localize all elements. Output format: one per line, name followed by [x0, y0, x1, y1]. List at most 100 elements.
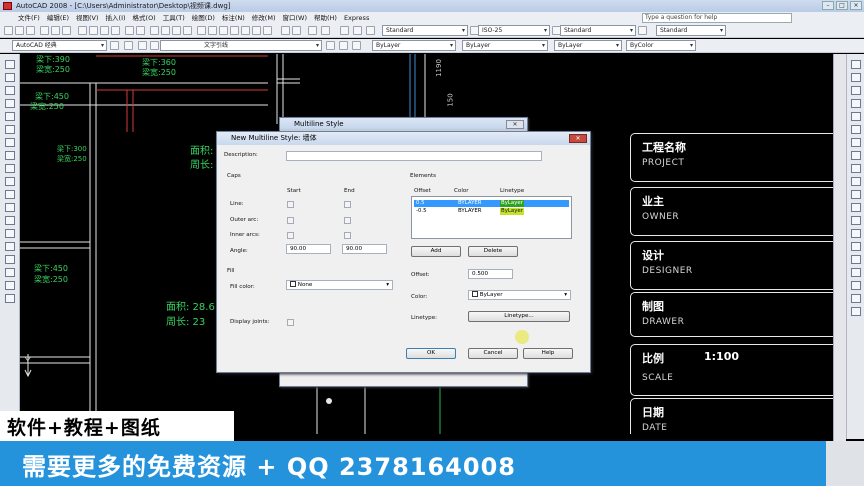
elements-list[interactable]: 0.5 BYLAYER ByLayer -0.5 BYLAYER ByLayer	[411, 196, 572, 239]
trim-icon[interactable]	[851, 177, 861, 186]
multiline-text-icon[interactable]	[5, 294, 15, 303]
menu-dimension[interactable]: 标注(N)	[222, 12, 245, 24]
color-select[interactable]: ByLayer ▾	[468, 290, 571, 300]
line-start-checkbox[interactable]	[287, 201, 294, 208]
revision-cloud-icon[interactable]	[5, 151, 15, 160]
help-button[interactable]: Help	[523, 348, 573, 359]
menu-express[interactable]: Express	[344, 12, 369, 24]
match-properties-icon[interactable]	[111, 26, 120, 35]
add-button[interactable]: Add	[411, 246, 461, 257]
explode-icon[interactable]	[851, 255, 861, 264]
copy-object-icon[interactable]	[851, 73, 861, 82]
list-item[interactable]: -0.5 BYLAYER ByLayer	[414, 208, 569, 215]
rotate-icon[interactable]	[851, 138, 861, 147]
sheet-set-icon[interactable]	[230, 26, 239, 35]
text-style-select[interactable]: Standard	[382, 25, 468, 36]
spline-icon[interactable]	[5, 164, 15, 173]
cut-icon[interactable]	[78, 26, 87, 35]
open-icon[interactable]	[15, 26, 24, 35]
layer-properties-icon[interactable]	[124, 41, 133, 50]
properties-icon[interactable]	[197, 26, 206, 35]
move-icon[interactable]	[851, 125, 861, 134]
menu-format[interactable]: 格式(O)	[133, 12, 156, 24]
pedit-icon[interactable]	[851, 281, 861, 290]
extend-icon[interactable]	[851, 190, 861, 199]
cancel-button[interactable]: Cancel	[468, 348, 518, 359]
preview-icon[interactable]	[51, 26, 60, 35]
plot-icon[interactable]	[40, 26, 49, 35]
menu-insert[interactable]: 插入(I)	[106, 12, 126, 24]
layer-previous-icon-2[interactable]	[339, 41, 348, 50]
table-style-select[interactable]: Standard	[560, 25, 636, 36]
new-icon[interactable]	[4, 26, 13, 35]
vertical-scrollbar[interactable]	[833, 54, 846, 444]
make-current-icon[interactable]	[326, 41, 335, 50]
rectangle-icon[interactable]	[5, 112, 15, 121]
offset-icon[interactable]	[851, 99, 861, 108]
ellipse-icon[interactable]	[5, 177, 15, 186]
polyline-icon[interactable]	[5, 86, 15, 95]
dim-style-select[interactable]: ISO-25	[478, 25, 550, 36]
gradient-icon[interactable]	[5, 255, 15, 264]
arc-icon[interactable]	[5, 125, 15, 134]
menu-view[interactable]: 视图(V)	[76, 12, 99, 24]
redo-icon[interactable]	[136, 26, 145, 35]
color-select[interactable]: ByLayer	[372, 40, 456, 51]
calculator-icon[interactable]	[252, 26, 261, 35]
point-icon[interactable]	[5, 229, 15, 238]
display-joints-checkbox[interactable]	[287, 319, 294, 326]
scale-icon[interactable]	[851, 151, 861, 160]
make-block-icon[interactable]	[5, 216, 15, 225]
zoom-window-icon[interactable]	[172, 26, 181, 35]
line-end-checkbox[interactable]	[344, 201, 351, 208]
menu-draw[interactable]: 绘图(D)	[192, 12, 215, 24]
offset-input[interactable]: 0.500	[468, 269, 513, 279]
angle-start-input[interactable]: 90.00	[286, 244, 331, 254]
save-icon[interactable]	[26, 26, 35, 35]
lineweight-select[interactable]: ByLayer	[554, 40, 622, 51]
layer-icon[interactable]	[281, 26, 290, 35]
style-icon[interactable]	[366, 26, 375, 35]
workspace-select[interactable]: AutoCAD 经典	[12, 40, 107, 51]
menu-file[interactable]: 文件(F)	[18, 12, 40, 24]
minimize-button[interactable]: –	[822, 1, 834, 10]
menu-tools[interactable]: 工具(T)	[163, 12, 185, 24]
layer-select[interactable]: 文字引线	[160, 40, 322, 51]
match-icon[interactable]	[308, 26, 317, 35]
list-item[interactable]: 0.5 BYLAYER ByLayer	[414, 200, 569, 207]
zoom-previous-icon[interactable]	[183, 26, 192, 35]
design-center-icon[interactable]	[208, 26, 217, 35]
layer-state-icon[interactable]	[292, 26, 301, 35]
inner-arcs-start-checkbox[interactable]	[287, 232, 294, 239]
stretch-icon[interactable]	[851, 164, 861, 173]
line-icon[interactable]	[5, 60, 15, 69]
publish-icon[interactable]	[62, 26, 71, 35]
join-icon[interactable]	[851, 216, 861, 225]
linetype-select[interactable]: ByLayer	[462, 40, 548, 51]
zoom-realtime-icon[interactable]	[161, 26, 170, 35]
polygon-icon[interactable]	[5, 99, 15, 108]
menu-modify[interactable]: 修改(M)	[252, 12, 276, 24]
block-icon[interactable]	[340, 26, 349, 35]
linetype-button[interactable]: Linetype...	[468, 311, 570, 322]
hatch-icon[interactable]	[5, 242, 15, 251]
insert-block-icon[interactable]	[5, 203, 15, 212]
description-field[interactable]	[286, 151, 542, 161]
circle-icon[interactable]	[5, 138, 15, 147]
tool-palettes-icon[interactable]	[219, 26, 228, 35]
close-icon[interactable]: ✕	[569, 134, 587, 143]
outer-arc-start-checkbox[interactable]	[287, 217, 294, 224]
help-icon[interactable]	[263, 26, 272, 35]
menu-edit[interactable]: 编辑(E)	[47, 12, 69, 24]
ellipse-arc-icon[interactable]	[5, 190, 15, 199]
fillet-icon[interactable]	[851, 242, 861, 251]
chamfer-icon[interactable]	[851, 229, 861, 238]
menu-help[interactable]: 帮助(H)	[314, 12, 337, 24]
paste-icon[interactable]	[100, 26, 109, 35]
close-icon[interactable]: ✕	[506, 120, 524, 129]
angle-end-input[interactable]: 90.00	[342, 244, 387, 254]
text-icon[interactable]	[353, 26, 362, 35]
construction-line-icon[interactable]	[5, 73, 15, 82]
mleader-style-icon[interactable]	[638, 26, 647, 35]
pan-icon[interactable]	[150, 26, 159, 35]
